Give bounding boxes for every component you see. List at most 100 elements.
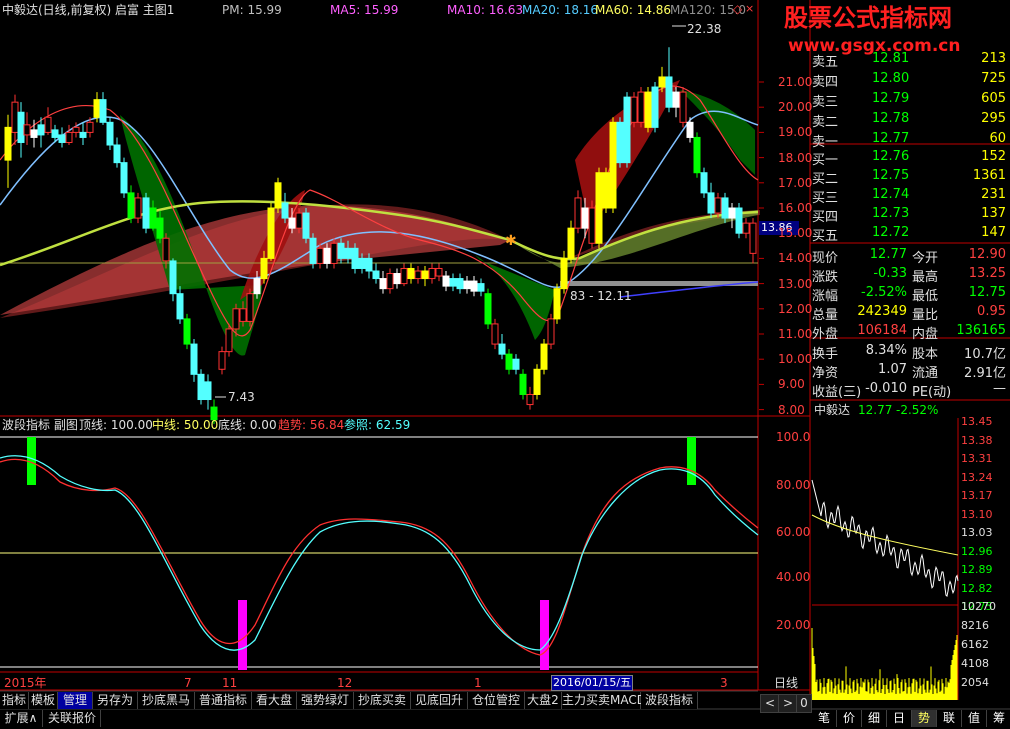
bottom-tab[interactable]: 模板: [29, 692, 58, 709]
candle-body: [344, 247, 352, 259]
candle-body: [393, 273, 401, 285]
book-price[interactable]: 12.78: [872, 111, 909, 126]
book-volume: 152: [981, 149, 1006, 164]
side-tab[interactable]: 细: [862, 710, 887, 727]
sub-indicator-name[interactable]: 波段指标 副图: [2, 418, 78, 432]
sub-mid-line: 中线: 50.00: [152, 418, 219, 432]
side-tab[interactable]: 值: [962, 710, 987, 727]
sub-axis-label: 80.00: [776, 478, 811, 492]
stat-row: 总量 242349 量比 0.95: [812, 302, 1010, 323]
candle-body: [616, 121, 624, 164]
bottom-tab[interactable]: 强势绿灯: [297, 692, 354, 709]
book-price[interactable]: 12.72: [872, 225, 909, 240]
nav-prev-button[interactable]: <: [760, 694, 780, 713]
candle-body: [463, 280, 471, 290]
price-axis-label: 15.00: [778, 226, 813, 241]
candle-body: [79, 131, 87, 138]
price-axis-label: 8.00: [778, 402, 805, 417]
book-price[interactable]: 12.80: [872, 71, 909, 86]
candle-body: [323, 247, 331, 264]
chart-settings-icon[interactable]: ◇: [733, 2, 742, 16]
sub-ref-line: 参照: 62.59: [344, 418, 411, 432]
mini-chart-title: 中毅达: [814, 403, 851, 417]
stat-value: 106184: [857, 323, 907, 338]
candle-body: [588, 207, 596, 244]
candle-body: [51, 129, 59, 138]
book-price[interactable]: 12.77: [872, 131, 909, 146]
bottom-tab[interactable]: 另存为: [93, 692, 138, 709]
book-price[interactable]: 12.75: [872, 168, 909, 183]
candle-body: [274, 182, 282, 209]
nav-next-button[interactable]: >: [778, 694, 798, 713]
expand-tab[interactable]: 扩展∧: [0, 710, 43, 727]
ask-row: 卖二 12.78 295: [812, 109, 1010, 130]
candle-body: [470, 280, 478, 292]
bottom-tab[interactable]: 普通指标: [195, 692, 252, 709]
candle-body: [351, 247, 359, 269]
side-tab[interactable]: 筹: [987, 710, 1010, 727]
bottom-tab[interactable]: 管理: [58, 692, 93, 709]
candle-body: [93, 99, 101, 118]
mini-axis-label: 13.24: [961, 470, 993, 484]
candle-body: [17, 111, 25, 143]
side-tab[interactable]: 笔: [812, 710, 837, 727]
candle-body: [595, 172, 603, 244]
side-tab[interactable]: 联: [937, 710, 962, 727]
bottom-tab[interactable]: 波段指标: [641, 692, 698, 709]
bottom-tab[interactable]: 抄底买卖: [354, 692, 411, 709]
chart-close-icon[interactable]: ×: [745, 2, 754, 16]
bottom-tab[interactable]: 抄底黑马: [138, 692, 195, 709]
book-price[interactable]: 12.74: [872, 187, 909, 202]
pm-label: PM: 15.99: [222, 3, 282, 17]
candle-body: [156, 217, 164, 239]
candle-body: [183, 318, 191, 345]
book-price[interactable]: 12.73: [872, 206, 909, 221]
candle-body: [700, 172, 708, 194]
book-label: 卖二: [812, 115, 839, 130]
bottom-tab[interactable]: 主力买卖MACD: [562, 692, 646, 709]
period-label[interactable]: 日线: [774, 676, 798, 690]
bottom-tab[interactable]: 看大盘: [252, 692, 297, 709]
candle-body: [665, 76, 673, 108]
candle-body: [120, 162, 128, 194]
date-cursor: 2016/01/15/五: [551, 675, 633, 691]
candle-body: [134, 197, 142, 219]
side-tab[interactable]: 价: [837, 710, 862, 727]
mini-vol-label: 8216: [961, 619, 989, 632]
mini-axis-label: 13.03: [961, 526, 993, 539]
candle-body: [498, 343, 506, 355]
candle-body: [742, 222, 750, 234]
price-axis-label: 9.00: [778, 377, 805, 392]
stat-value: 8.34%: [865, 343, 907, 358]
stat-row: 现价 12.77 今开 12.90: [812, 245, 1010, 266]
stat-value: -0.010: [865, 381, 907, 396]
candle-body: [547, 318, 555, 345]
stat-value: 12.90: [968, 247, 1006, 262]
sub-bottom-line: 底线: 0.00: [218, 418, 277, 432]
bottom-tab[interactable]: 指标: [0, 692, 29, 709]
stat-label: 收益(三): [812, 385, 862, 400]
book-price[interactable]: 12.81: [872, 51, 909, 66]
sub-buy-signal: [238, 600, 247, 670]
nav-zero-button[interactable]: 0: [796, 694, 812, 713]
bottom-tab[interactable]: 大盘2: [525, 692, 562, 709]
stat2-row: 净资 1.07 流通 2.91亿: [812, 360, 1010, 381]
book-price[interactable]: 12.79: [872, 91, 909, 106]
mini-chart-price: 12.77: [858, 403, 893, 417]
candle-body: [30, 129, 38, 138]
sub-axis-label: 40.00: [776, 570, 811, 584]
stat-value: 242349: [857, 304, 907, 319]
related-quote-tab[interactable]: 关联报价: [44, 710, 101, 727]
mini-axis-label: 13.10: [961, 507, 993, 521]
candle-body: [99, 99, 107, 123]
side-tab[interactable]: 日: [887, 710, 912, 727]
bottom-tab[interactable]: 仓位管控: [468, 692, 525, 709]
candle-body: [142, 197, 150, 229]
side-tab[interactable]: 势: [912, 710, 937, 727]
mini-axis-label: 13.17: [961, 489, 993, 502]
book-price[interactable]: 12.76: [872, 149, 909, 164]
ask-row: 卖一 12.77 60: [812, 129, 1010, 150]
date-label-3: 3: [720, 676, 728, 690]
bottom-tab[interactable]: 见底回升: [411, 692, 468, 709]
bid-row: 买五 12.72 147: [812, 223, 1010, 244]
